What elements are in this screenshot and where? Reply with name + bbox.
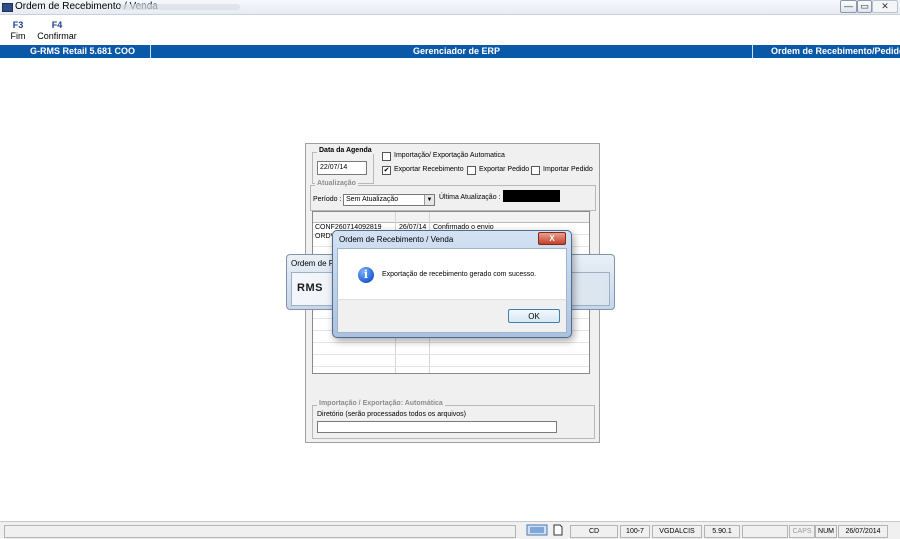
fkey-code: F3 bbox=[12, 20, 24, 30]
minimize-button[interactable]: — bbox=[840, 0, 857, 13]
export-recebimento-label: Exportar Recebimento bbox=[394, 166, 464, 173]
fkey-f4-confirmar[interactable]: F4 Confirmar bbox=[37, 20, 77, 41]
status-message-area bbox=[4, 525, 516, 538]
message-dialog: Ordem de Recebimento / Venda X i Exporta… bbox=[332, 230, 572, 338]
auto-import-export-group: Importação / Exportação: Automática Dire… bbox=[312, 400, 595, 439]
close-window-button[interactable]: ✕ bbox=[872, 0, 898, 13]
import-pedido-label: Importar Pedido bbox=[543, 166, 593, 173]
fkey-code: F4 bbox=[51, 20, 63, 30]
status-store: 100-7 bbox=[620, 525, 650, 538]
dialog-body: i Exportação de recebimento gerado com s… bbox=[337, 248, 567, 300]
auto-import-export-checkbox[interactable] bbox=[382, 152, 391, 161]
grid-row-line bbox=[313, 354, 589, 355]
document-icon bbox=[553, 524, 563, 536]
grid-row-line bbox=[313, 342, 589, 343]
status-bar: CD 100-7 VGDALCIS 5.90.1 CAPS NUM 26/07/… bbox=[0, 521, 900, 539]
status-cd: CD bbox=[570, 525, 618, 538]
grid-header bbox=[313, 212, 589, 223]
app-header: G-RMS Retail 5.681 COO Gerenciador de ER… bbox=[0, 45, 900, 58]
status-num: NUM bbox=[815, 525, 837, 538]
agenda-date-field[interactable]: 22/07/14 bbox=[317, 161, 367, 175]
ultima-atualizacao-label: Última Atualização : bbox=[439, 194, 501, 201]
info-icon: i bbox=[358, 267, 374, 283]
header-product: G-RMS Retail 5.681 COO bbox=[30, 46, 136, 56]
blurred-title-region bbox=[120, 4, 240, 10]
import-pedido-checkbox[interactable] bbox=[531, 166, 540, 175]
header-title: Gerenciador de ERP bbox=[413, 46, 501, 56]
grid-row-line bbox=[313, 366, 589, 367]
agenda-group-title: Data da Agenda bbox=[317, 147, 374, 154]
auto-import-export-label: Importação/ Exportação Automatica bbox=[394, 152, 505, 159]
header-divider bbox=[752, 45, 753, 58]
app-icon bbox=[2, 3, 13, 12]
periodo-select-value: Sem Atualização bbox=[346, 196, 399, 203]
restore-button[interactable]: ▭ bbox=[857, 0, 872, 13]
atualizacao-group-title: Atualização bbox=[315, 180, 358, 187]
status-date: 26/07/2014 bbox=[838, 525, 888, 538]
fkey-f3-fim[interactable]: F3 Fim bbox=[0, 20, 38, 41]
export-recebimento-checkbox[interactable]: ✔ bbox=[382, 166, 391, 175]
dialog-close-button[interactable]: X bbox=[538, 232, 566, 245]
periodo-select[interactable]: Sem Atualização ▼ bbox=[343, 194, 435, 206]
export-pedido-label: Exportar Pedido bbox=[479, 166, 530, 173]
ok-button[interactable]: OK bbox=[508, 309, 560, 323]
periodo-label: Período : bbox=[313, 196, 342, 203]
status-user: VGDALCIS bbox=[652, 525, 702, 538]
status-caps: CAPS bbox=[789, 525, 815, 538]
dialog-footer: OK bbox=[337, 299, 567, 333]
diretorio-input[interactable] bbox=[317, 421, 557, 433]
auto-group-title: Importação / Exportação: Automática bbox=[317, 400, 445, 407]
ultima-atualizacao-value bbox=[503, 190, 560, 202]
diretorio-label: Diretório (serão processados todos os ar… bbox=[317, 411, 467, 418]
header-screen-name: Ordem de Recebimento/Pedido bbox=[771, 46, 900, 56]
header-divider bbox=[150, 45, 151, 58]
dialog-title: Ordem de Recebimento / Venda bbox=[339, 235, 454, 244]
export-pedido-checkbox[interactable] bbox=[467, 166, 476, 175]
atualizacao-group: Atualização Período : Sem Atualização ▼ … bbox=[310, 180, 596, 211]
fkey-label: Fim bbox=[10, 31, 26, 41]
dialog-message: Exportação de recebimento gerado com suc… bbox=[382, 271, 537, 278]
title-bar: Ordem de Recebimento / Venda — ▭ ✕ bbox=[0, 0, 900, 15]
status-empty bbox=[742, 525, 788, 538]
rms-logo: RMS bbox=[297, 282, 323, 294]
network-icon bbox=[526, 524, 548, 536]
fkey-label: Confirmar bbox=[37, 31, 77, 41]
chevron-down-icon[interactable]: ▼ bbox=[424, 195, 434, 205]
status-version: 5.90.1 bbox=[704, 525, 740, 538]
